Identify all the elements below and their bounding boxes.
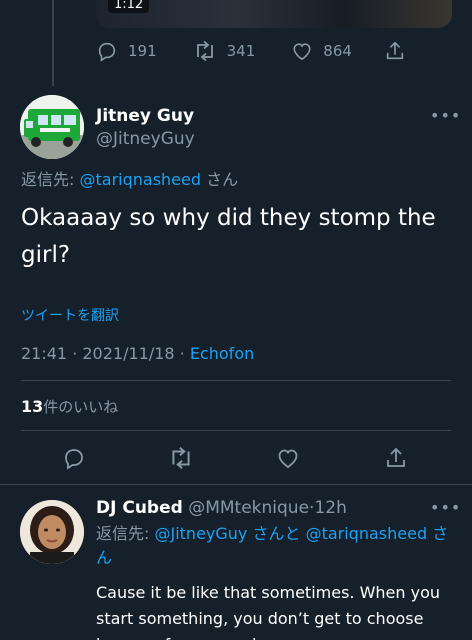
reply-icon (65, 449, 83, 470)
likes-label: 件のいいね (43, 398, 119, 416)
reply-tweet-text: Cause it be like that sometimes. When yo… (96, 583, 441, 640)
share-button[interactable] (384, 446, 408, 470)
likes-count: 13 (21, 397, 44, 416)
replying-joiner: さんと (247, 524, 306, 543)
more-options-icon[interactable]: ••• (430, 498, 461, 517)
share-button[interactable] (384, 40, 406, 62)
like-button[interactable]: 864 (291, 41, 352, 61)
heart-icon (278, 449, 298, 469)
reply-time[interactable]: 12h (314, 498, 346, 518)
main-tweet-actions (62, 446, 408, 470)
replying-to-handle[interactable]: @tariqnasheed (306, 524, 428, 543)
reply-button[interactable]: 191 (96, 40, 157, 62)
heart-icon (293, 43, 311, 61)
replying-to: 返信先: @JitneyGuy さんと @tariqnasheed さん (96, 522, 456, 570)
reply-button[interactable] (62, 446, 86, 470)
replying-label: 返信先: (21, 170, 80, 189)
replying-to: 返信先: @tariqnasheed さん (21, 166, 238, 190)
thread-line (52, 0, 54, 86)
tweet-source[interactable]: Echofon (190, 344, 254, 363)
display-name[interactable]: DJ Cubed (96, 498, 183, 518)
retweet-count: 341 (226, 42, 256, 60)
avatar-jitney-guy[interactable] (20, 95, 84, 159)
replying-suffix: さん (201, 170, 239, 189)
tweet-metadata: 21:41 · 2021/11/18 · Echofon (21, 344, 254, 363)
translate-tweet-link[interactable]: ツイートを翻訳 (21, 305, 119, 325)
user-handle[interactable]: @MMteknique (188, 498, 309, 518)
replying-to-handle[interactable]: @JitneyGuy (154, 524, 247, 543)
more-options-icon[interactable]: ••• (430, 106, 461, 125)
tweet-separator (0, 484, 472, 485)
replying-label: 返信先: (96, 524, 155, 543)
divider (21, 430, 451, 431)
retweet-button[interactable] (168, 446, 194, 470)
replying-to-handle[interactable]: @tariqnasheed (79, 170, 201, 189)
share-icon (386, 41, 404, 60)
likes-summary[interactable]: 13件のいいね (21, 396, 118, 417)
retweet-icon (196, 40, 213, 62)
retweet-icon (172, 446, 190, 470)
timestamp: 21:41 · 2021/11/18 · (21, 344, 190, 363)
avatar-dj-cubed[interactable] (20, 500, 84, 564)
previous-tweet-actions: 191 341 864 (96, 40, 406, 62)
bus-avatar-image (20, 95, 84, 159)
person-avatar-image (20, 500, 84, 564)
retweet-button[interactable]: 341 (193, 40, 256, 62)
divider (21, 380, 451, 381)
tweet-text: Okaaaay so why did they stomp the girl? (21, 205, 436, 268)
previous-tweet-video[interactable]: 1:12 (96, 0, 452, 28)
reply-icon (98, 42, 116, 62)
like-count: 864 (323, 42, 352, 60)
video-duration: 1:12 (108, 0, 150, 13)
display-name[interactable]: Jitney Guy (96, 106, 194, 126)
share-icon (387, 447, 405, 467)
like-button[interactable] (276, 447, 300, 469)
user-handle[interactable]: @JitneyGuy (96, 129, 195, 149)
reply-count: 191 (128, 42, 157, 60)
reply-header: DJ Cubed @MMteknique·12h (96, 498, 347, 518)
